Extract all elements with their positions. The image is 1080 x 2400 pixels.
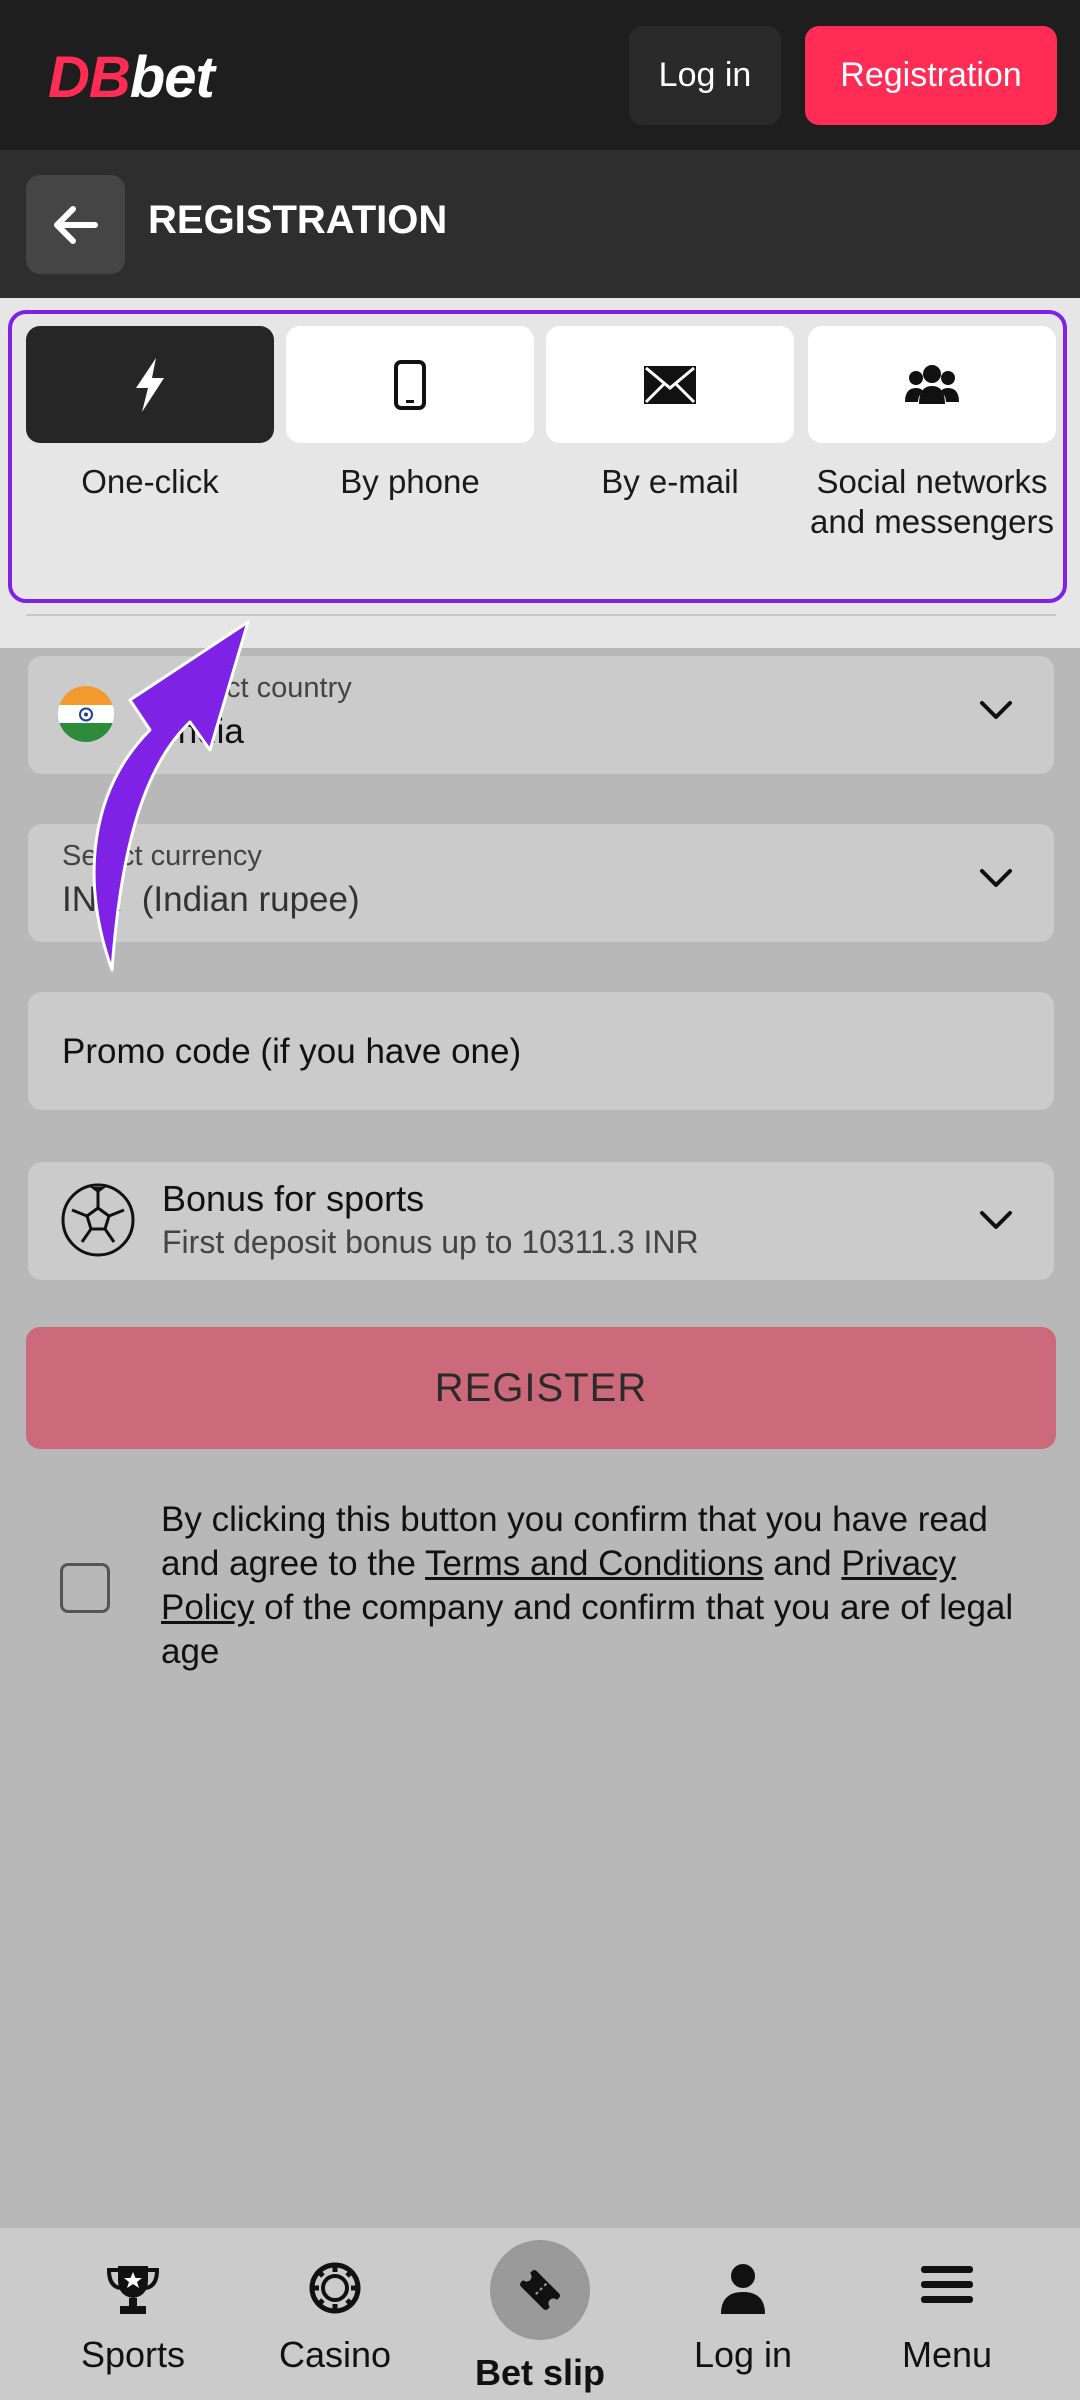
- tabs-highlight-outline: [8, 310, 1067, 603]
- bonus-subtitle: First deposit bonus up to 10311.3 INR: [162, 1224, 699, 1260]
- back-button[interactable]: [26, 175, 125, 274]
- nav-menu-label: Menu: [901, 2334, 993, 2375]
- terms-text-part2: and: [763, 1544, 842, 1583]
- bet-slip-circle: [490, 2240, 590, 2340]
- ticket-icon: [520, 2270, 560, 2310]
- terms-link[interactable]: Terms and Conditions: [425, 1544, 764, 1583]
- casino-chip-icon: [309, 2262, 361, 2314]
- sub-header: REGISTRATION: [0, 150, 1080, 298]
- login-button[interactable]: Log in: [629, 26, 781, 125]
- nav-casino[interactable]: Casino: [235, 2228, 435, 2400]
- top-bar: DBbet Log in Registration: [0, 0, 1080, 150]
- nav-login[interactable]: Log in: [643, 2228, 843, 2400]
- chevron-down-icon: [980, 869, 1012, 887]
- nav-sports[interactable]: Sports: [33, 2228, 233, 2400]
- nav-sports-label: Sports: [80, 2334, 186, 2375]
- dbbet-logo[interactable]: DBbet: [48, 44, 215, 111]
- register-button[interactable]: REGISTER: [26, 1327, 1056, 1449]
- terms-checkbox[interactable]: [60, 1563, 110, 1613]
- nav-bet-slip[interactable]: Bet slip: [440, 2228, 640, 2400]
- bonus-select[interactable]: Bonus for sports First deposit bonus up …: [28, 1162, 1054, 1280]
- arrow-left-icon: [53, 205, 98, 244]
- logo-db: DB: [48, 45, 131, 110]
- registration-button[interactable]: Registration: [805, 26, 1057, 125]
- nav-casino-label: Casino: [278, 2334, 392, 2375]
- promo-code-input[interactable]: Promo code (if you have one): [28, 992, 1054, 1110]
- trophy-icon: [106, 2266, 160, 2314]
- promo-code-placeholder: Promo code (if you have one): [62, 1032, 522, 1071]
- terms-text-part3: of the company and confirm that you are …: [161, 1588, 1014, 1671]
- nav-bet-slip-label: Bet slip: [474, 2352, 606, 2393]
- hamburger-icon: [921, 2266, 973, 2303]
- chevron-down-icon: [980, 701, 1012, 719]
- nav-login-label: Log in: [693, 2334, 793, 2375]
- user-icon: [721, 2264, 765, 2314]
- chevron-down-icon: [980, 1211, 1012, 1229]
- soccer-ball-icon: [61, 1183, 135, 1257]
- terms-text: By clicking this button you confirm that…: [161, 1498, 1041, 1674]
- nav-menu[interactable]: Menu: [847, 2228, 1047, 2400]
- page-title: REGISTRATION: [148, 198, 448, 242]
- bottom-nav: Sports Casino Bet slip Log in Menu: [0, 2228, 1080, 2400]
- bonus-title: Bonus for sports: [162, 1178, 425, 1219]
- purple-arrow-annotation: [92, 620, 250, 972]
- logo-bet: bet: [129, 45, 215, 110]
